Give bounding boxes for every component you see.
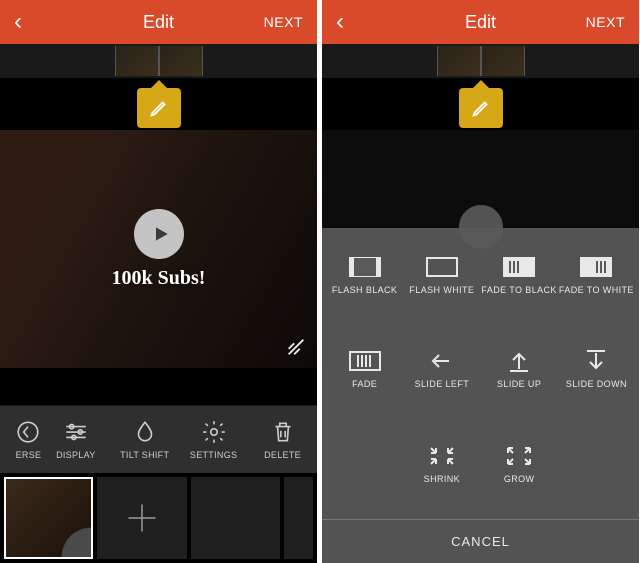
header-title: Edit	[465, 12, 496, 33]
transition-label: FADE TO BLACK	[481, 285, 556, 295]
transition-slide-up[interactable]: SLIDE UP	[481, 330, 558, 408]
transitions-grid: FLASH BLACK FLASH WHITE FADE TO BLACK FA…	[322, 228, 639, 519]
fade-white-icon	[579, 255, 613, 279]
video-overlay-text: 100k Subs!	[112, 267, 206, 290]
header-title: Edit	[143, 12, 174, 33]
timeline-clip[interactable]	[481, 46, 525, 76]
transition-label: GROW	[504, 474, 535, 484]
tool-label: DISPLAY	[56, 450, 95, 460]
transition-flash-black[interactable]: FLASH BLACK	[326, 236, 403, 314]
transition-label: FLASH BLACK	[332, 285, 397, 295]
transition-shrink[interactable]: SHRINK	[403, 425, 480, 503]
transition-fade-to-white[interactable]: FADE TO WHITE	[558, 236, 635, 314]
header: ‹ Edit NEXT	[0, 0, 317, 44]
arrow-up-icon	[502, 349, 536, 373]
timeline-clip[interactable]	[159, 46, 203, 76]
video-preview[interactable]: 100k Subs!	[0, 130, 317, 368]
clip-slot-empty[interactable]	[284, 477, 313, 559]
tool-label: DELETE	[264, 450, 301, 460]
trash-icon	[270, 419, 296, 445]
next-button[interactable]: NEXT	[264, 14, 303, 30]
edit-clip-button[interactable]	[459, 88, 503, 128]
header: ‹ Edit NEXT	[322, 0, 639, 44]
sliders-icon	[63, 419, 89, 445]
transition-slide-left[interactable]: SLIDE LEFT	[403, 330, 480, 408]
back-button[interactable]: ‹	[336, 8, 344, 36]
delete-button[interactable]: DELETE	[248, 406, 317, 473]
flash-black-icon	[348, 255, 382, 279]
transition-fade-to-black[interactable]: FADE TO BLACK	[481, 236, 558, 314]
edit-toolbar: ERSE DISPLAY TILT SHIFT SETTINGS DELETE	[0, 405, 317, 473]
transition-label: SLIDE UP	[497, 379, 541, 389]
transition-grow[interactable]: GROW	[481, 425, 558, 503]
fade-icon	[348, 349, 382, 373]
timeline-clip[interactable]	[115, 46, 159, 76]
pencil-icon	[148, 97, 170, 119]
clip-thumbnail[interactable]	[4, 477, 93, 559]
tool-label: SETTINGS	[190, 450, 237, 460]
editor-screen-transitions: ‹ Edit NEXT FLASH BLACK FLASH WHITE	[322, 0, 639, 563]
clip-tray	[0, 473, 317, 563]
pencil-icon	[470, 97, 492, 119]
transition-flash-white[interactable]: FLASH WHITE	[403, 236, 480, 314]
flash-white-icon	[425, 255, 459, 279]
transition-label: SLIDE LEFT	[415, 379, 470, 389]
arrow-left-icon	[425, 349, 459, 373]
timeline-clip[interactable]	[437, 46, 481, 76]
fade-black-icon	[502, 255, 536, 279]
tiltshift-button[interactable]: TILT SHIFT	[110, 406, 179, 473]
speaker-icon	[72, 533, 87, 553]
transition-fade[interactable]: FADE	[326, 330, 403, 408]
transition-empty	[326, 425, 403, 503]
transition-label: FADE	[352, 379, 377, 389]
transition-label: FADE TO WHITE	[559, 285, 634, 295]
add-clip-button[interactable]	[97, 477, 186, 559]
clip-slot-empty[interactable]	[191, 477, 280, 559]
expand-icon	[285, 336, 307, 358]
grow-icon	[502, 444, 536, 468]
back-button[interactable]: ‹	[14, 8, 22, 36]
reverse-button[interactable]: ERSE	[0, 406, 41, 473]
display-button[interactable]: DISPLAY	[41, 406, 110, 473]
fullscreen-button[interactable]	[285, 336, 307, 358]
transition-label: FLASH WHITE	[409, 285, 474, 295]
shrink-icon	[425, 444, 459, 468]
plus-icon	[124, 500, 160, 536]
reverse-icon	[15, 419, 41, 445]
transitions-panel: FLASH BLACK FLASH WHITE FADE TO BLACK FA…	[322, 228, 639, 563]
transition-label: SHRINK	[424, 474, 460, 484]
transition-empty	[558, 425, 635, 503]
timeline[interactable]	[0, 44, 317, 78]
transition-label: SLIDE DOWN	[566, 379, 627, 389]
next-button[interactable]: NEXT	[586, 14, 625, 30]
play-icon	[151, 224, 171, 244]
settings-button[interactable]: SETTINGS	[179, 406, 248, 473]
droplet-icon	[132, 419, 158, 445]
tool-label: ERSE	[16, 450, 42, 460]
play-button[interactable]	[134, 209, 184, 259]
edit-clip-button[interactable]	[137, 88, 181, 128]
gear-icon	[201, 419, 227, 445]
editor-screen-main: ‹ Edit NEXT 100k Subs! ERSE	[0, 0, 317, 563]
transition-slide-down[interactable]: SLIDE DOWN	[558, 330, 635, 408]
cancel-button[interactable]: CANCEL	[322, 519, 639, 563]
arrow-down-icon	[579, 349, 613, 373]
timeline[interactable]	[322, 44, 639, 78]
tool-label: TILT SHIFT	[120, 450, 169, 460]
